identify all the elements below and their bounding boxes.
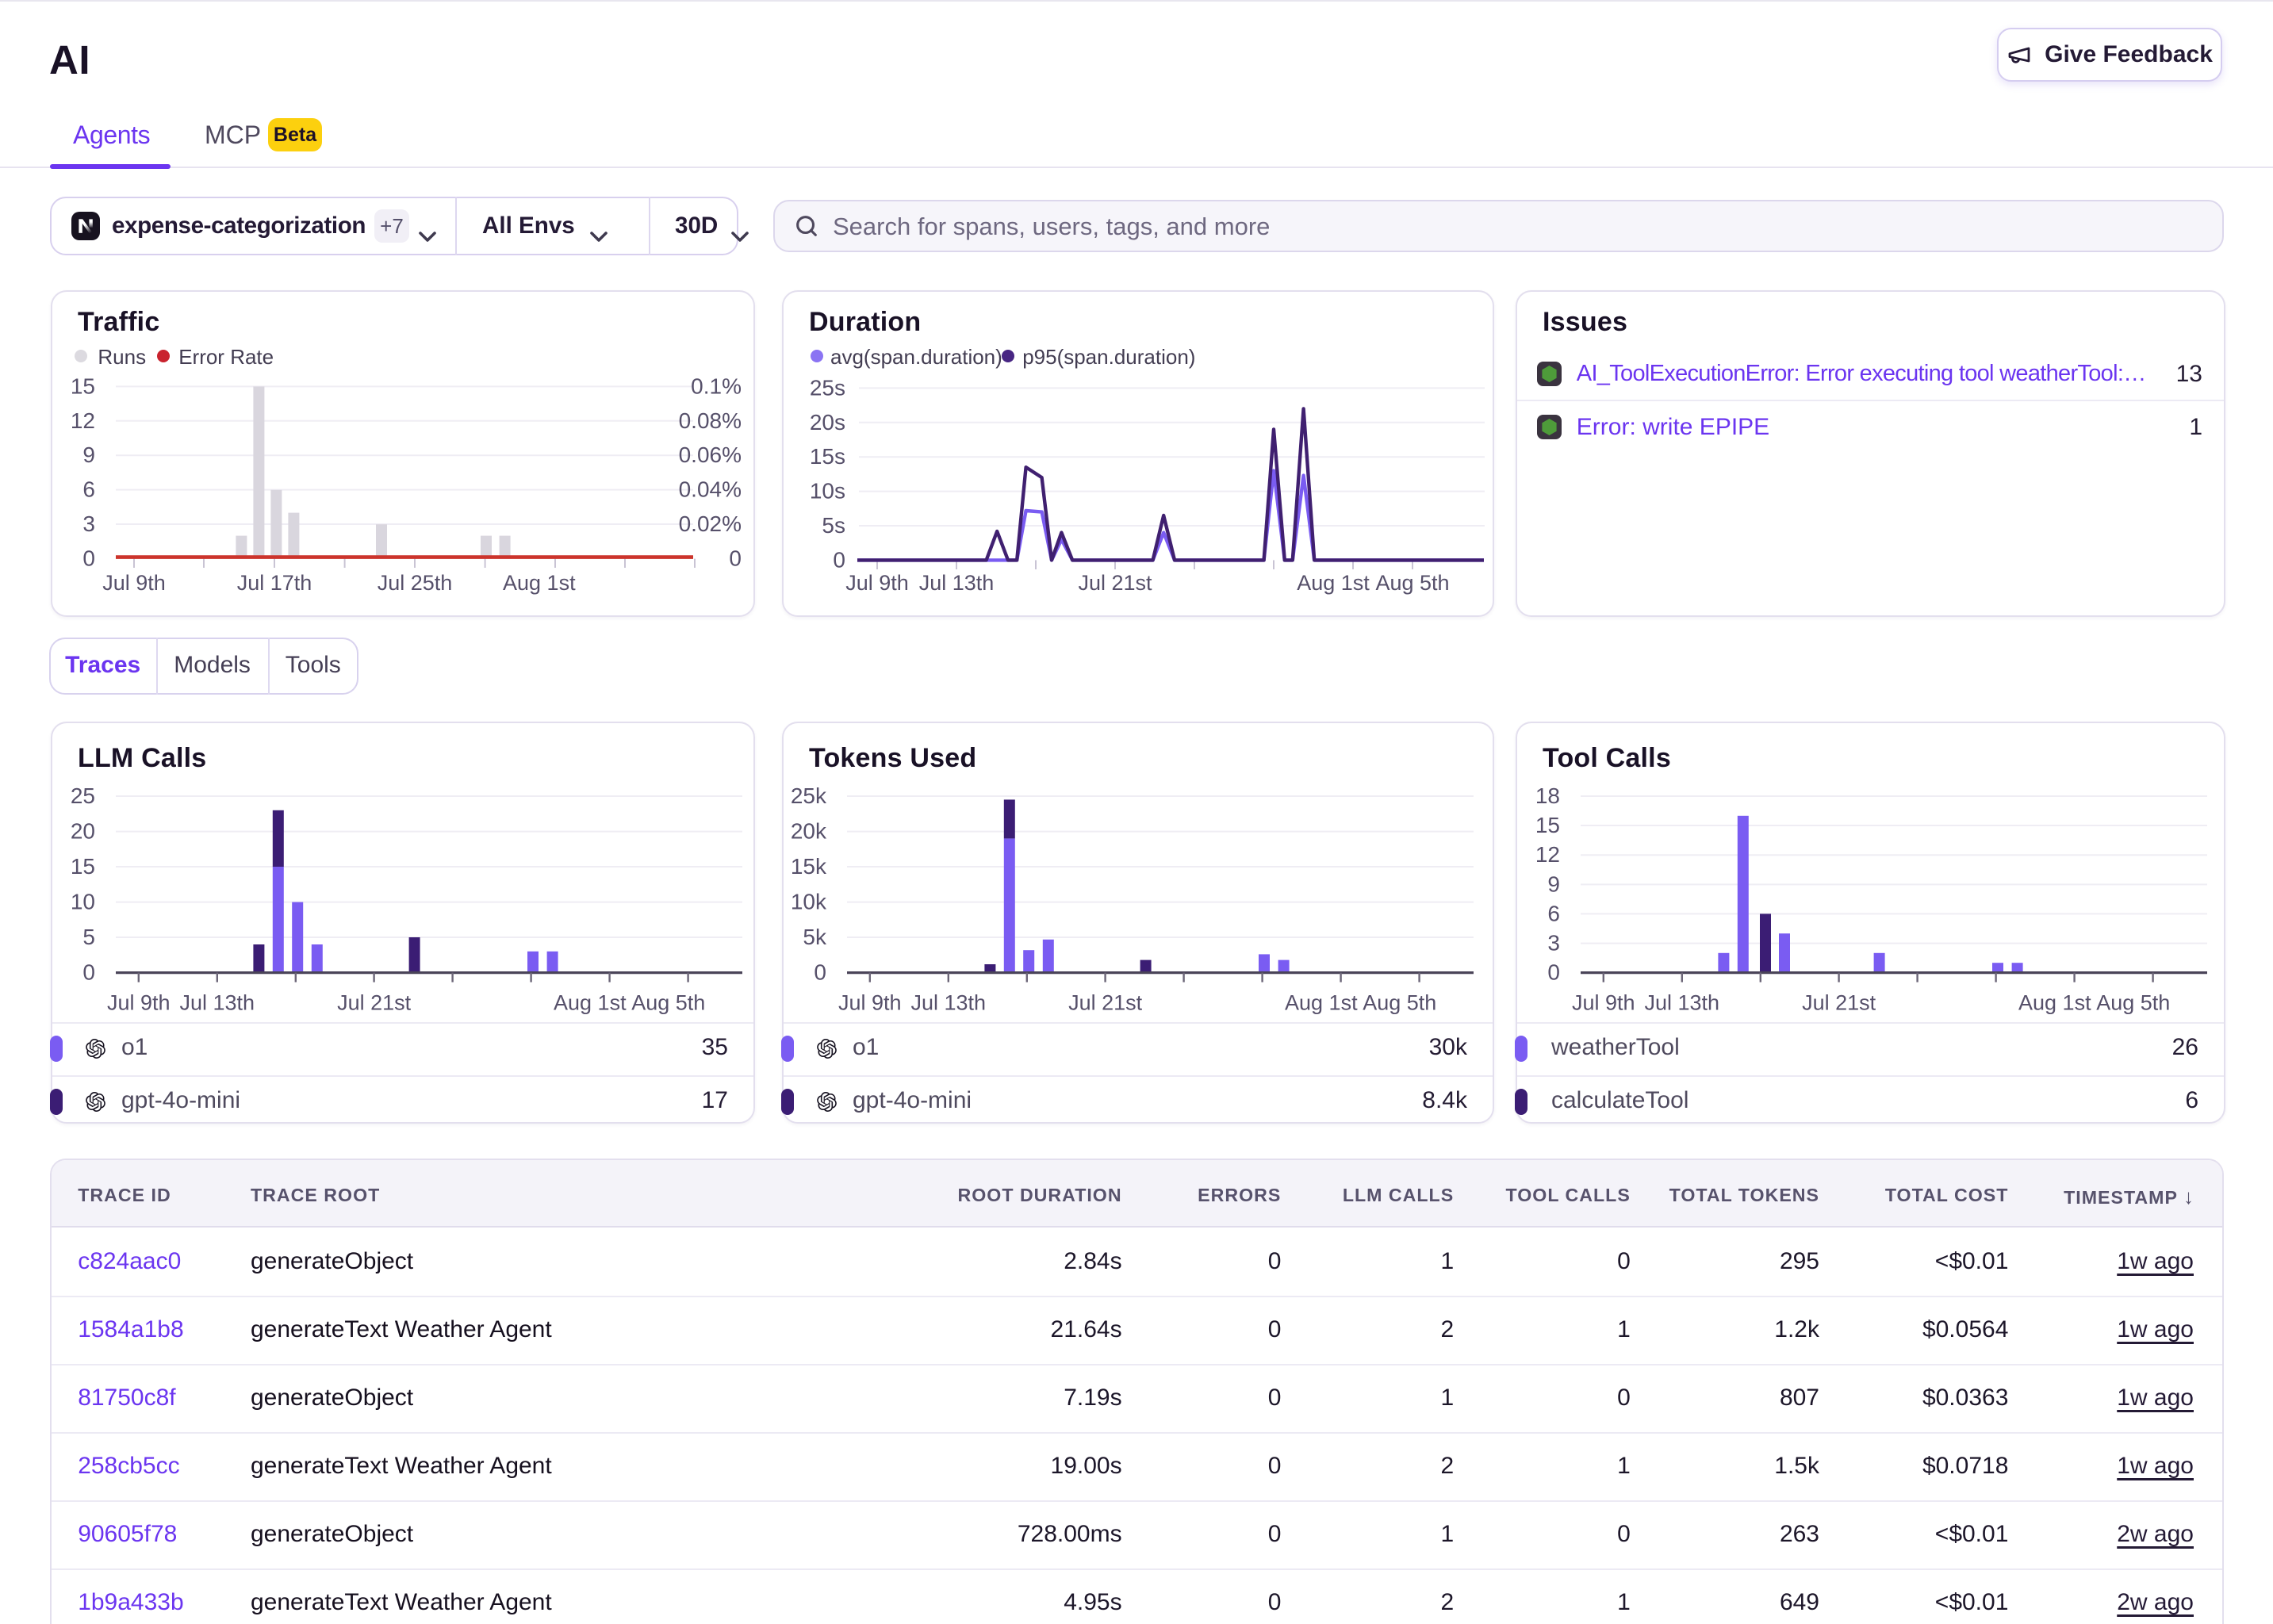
- svg-text:10k: 10k: [791, 890, 827, 914]
- svg-text:15: 15: [71, 373, 95, 398]
- svg-text:0: 0: [814, 960, 826, 985]
- svg-text:Aug 5th: Aug 5th: [1375, 571, 1449, 595]
- svg-text:3: 3: [82, 511, 95, 536]
- svg-text:0.02%: 0.02%: [679, 511, 742, 536]
- svg-text:Jul 17th: Jul 17th: [237, 571, 312, 595]
- svg-text:10: 10: [71, 890, 95, 914]
- svg-text:Jul 9th: Jul 9th: [102, 571, 166, 595]
- svg-text:9: 9: [82, 442, 95, 467]
- svg-text:Jul 13th: Jul 13th: [919, 571, 995, 595]
- svg-text:0.06%: 0.06%: [679, 442, 742, 467]
- svg-text:0.08%: 0.08%: [679, 408, 742, 433]
- svg-text:Jul 9th: Jul 9th: [107, 990, 171, 1014]
- svg-text:5k: 5k: [803, 925, 827, 949]
- svg-text:Aug 5th: Aug 5th: [2096, 990, 2170, 1014]
- svg-text:5: 5: [82, 925, 95, 949]
- svg-text:Jul 9th: Jul 9th: [1572, 990, 1635, 1014]
- svg-text:3: 3: [1547, 931, 1560, 956]
- svg-text:15: 15: [71, 854, 95, 879]
- svg-text:0.1%: 0.1%: [691, 373, 742, 398]
- svg-text:Aug 5th: Aug 5th: [1363, 990, 1436, 1014]
- svg-text:Jul 25th: Jul 25th: [378, 571, 453, 595]
- svg-text:10s: 10s: [810, 479, 845, 504]
- svg-text:9: 9: [1547, 871, 1560, 896]
- svg-text:Jul 9th: Jul 9th: [845, 571, 909, 595]
- svg-text:0: 0: [82, 960, 95, 985]
- svg-text:Jul 21st: Jul 21st: [1068, 990, 1143, 1014]
- svg-text:15k: 15k: [791, 854, 827, 879]
- svg-text:Aug 5th: Aug 5th: [631, 990, 705, 1014]
- svg-text:12: 12: [71, 408, 95, 433]
- svg-text:Aug 1st: Aug 1st: [1285, 990, 1358, 1014]
- svg-text:15: 15: [1535, 813, 1560, 837]
- svg-text:Jul 13th: Jul 13th: [911, 990, 987, 1014]
- svg-text:Aug 1st: Aug 1st: [503, 571, 576, 595]
- svg-text:25k: 25k: [791, 783, 827, 808]
- svg-text:Jul 21st: Jul 21st: [1802, 990, 1876, 1014]
- svg-text:Jul 13th: Jul 13th: [1645, 990, 1720, 1014]
- svg-text:0: 0: [833, 547, 845, 572]
- svg-text:0: 0: [1547, 960, 1560, 985]
- svg-text:Aug 1st: Aug 1st: [1297, 571, 1370, 595]
- svg-text:18: 18: [1535, 783, 1560, 808]
- svg-text:25: 25: [71, 783, 95, 808]
- svg-text:20k: 20k: [791, 819, 827, 844]
- svg-text:Jul 13th: Jul 13th: [180, 990, 255, 1014]
- svg-text:12: 12: [1535, 842, 1560, 867]
- svg-text:Aug 1st: Aug 1st: [554, 990, 627, 1014]
- svg-text:6: 6: [82, 477, 95, 502]
- svg-text:15s: 15s: [810, 444, 845, 469]
- svg-text:Jul 21st: Jul 21st: [1078, 571, 1152, 595]
- svg-text:25s: 25s: [810, 375, 845, 400]
- svg-text:6: 6: [1547, 901, 1560, 925]
- svg-text:0: 0: [729, 546, 742, 571]
- svg-text:Jul 21st: Jul 21st: [337, 990, 412, 1014]
- svg-text:20s: 20s: [810, 410, 845, 435]
- svg-text:Jul 9th: Jul 9th: [838, 990, 902, 1014]
- svg-text:0: 0: [82, 546, 95, 571]
- svg-text:0.04%: 0.04%: [679, 477, 742, 502]
- svg-text:5s: 5s: [822, 513, 845, 538]
- svg-text:20: 20: [71, 819, 95, 844]
- svg-text:Aug 1st: Aug 1st: [2018, 990, 2091, 1014]
